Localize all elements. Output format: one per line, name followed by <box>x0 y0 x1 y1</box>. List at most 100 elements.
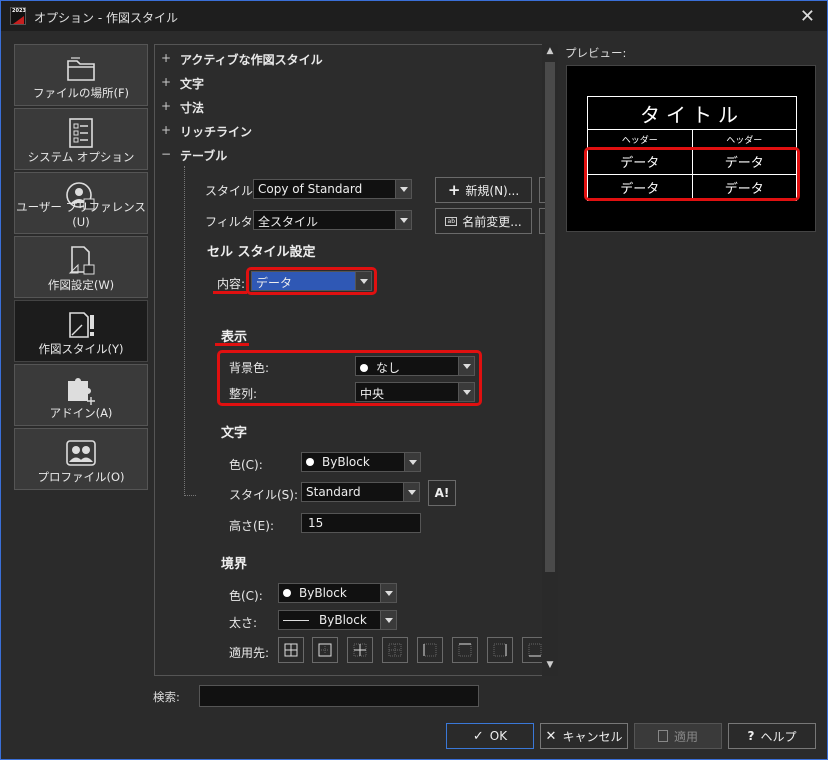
scroll-down-icon[interactable]: ▼ <box>542 660 558 674</box>
border-heading: 境界 <box>221 557 248 572</box>
cancel-button[interactable]: ✕ キャンセル <box>540 723 628 749</box>
title-bar: 2023 オプション - 作図スタイル ✕ <box>1 1 827 31</box>
border-top-icon[interactable] <box>452 637 478 663</box>
options-dialog: 2023 オプション - 作図スタイル ✕ ファイルの場所(F) システム オプ… <box>0 0 828 760</box>
text-style-edit-button[interactable]: A! <box>428 480 456 506</box>
tree-item-text[interactable]: + 文字 <box>161 75 204 92</box>
style-label: スタイル: <box>205 184 258 198</box>
tree-guide-end <box>184 495 196 496</box>
plus-icon: + <box>447 181 461 199</box>
tree-item-active-styles[interactable]: + アクティブな作図スタイル <box>161 51 323 68</box>
chevron-down-icon <box>380 584 396 602</box>
nav-label: プロファイル(O) <box>37 470 125 484</box>
tree-item-dimension[interactable]: + 寸法 <box>161 99 204 116</box>
border-outside-icon[interactable] <box>312 637 338 663</box>
options-nav: ファイルの場所(F) システム オプション ユーザー プリファレンス(U) 作図… <box>14 44 148 492</box>
table-style-dropdown[interactable]: Copy of Standard <box>253 179 412 199</box>
close-icon: ✕ <box>545 728 557 744</box>
nav-item-file-locations[interactable]: ファイルの場所(F) <box>14 44 148 106</box>
tree-guide <box>184 166 185 496</box>
nav-item-drafting-settings[interactable]: 作図設定(W) <box>14 236 148 298</box>
help-button[interactable]: ? ヘルプ <box>728 723 816 749</box>
puzzle-icon <box>68 378 95 405</box>
checklist-icon <box>69 118 93 148</box>
color-swatch-icon <box>306 458 314 466</box>
folder-icon <box>67 57 95 81</box>
border-right-icon[interactable] <box>487 637 513 663</box>
highlight-content <box>246 267 377 295</box>
profile-icon <box>66 440 96 466</box>
highlight-display <box>217 350 482 406</box>
tree-item-richline[interactable]: + リッチライン <box>161 123 252 140</box>
chevron-down-icon <box>404 453 420 471</box>
border-color-label: 色(C): <box>229 589 263 603</box>
app-badge: 2023 <box>12 8 26 14</box>
highlight-underline-content <box>213 291 247 294</box>
line-sample-icon <box>283 620 309 621</box>
text-style-icon: A! <box>434 486 450 500</box>
nav-label: ユーザー プリファレンス(U) <box>16 200 146 229</box>
style-icon <box>69 312 94 338</box>
drafting-icon <box>68 246 95 275</box>
nav-item-drafting-styles[interactable]: 作図スタイル(Y) <box>14 300 148 362</box>
text-style-label: スタイル(S): <box>229 488 299 502</box>
preview-title: タイトル <box>587 96 797 130</box>
chevron-down-icon <box>395 180 411 198</box>
table-preview: タイトル ヘッダー ヘッダー データ データ データ データ <box>566 65 816 232</box>
text-color-label: 色(C): <box>229 458 263 472</box>
preview-header: ヘッダー <box>587 129 693 149</box>
text-height-label: 高さ(E): <box>229 519 274 533</box>
apply-icon <box>657 730 668 742</box>
new-style-button[interactable]: + 新規(N)... <box>435 177 532 203</box>
window-title: オプション - 作図スタイル <box>34 11 178 25</box>
close-icon[interactable]: ✕ <box>800 6 815 27</box>
scroll-up-icon[interactable]: ▲ <box>542 46 558 60</box>
truncated-button[interactable] <box>539 177 545 203</box>
apply-to-label: 適用先: <box>229 646 270 660</box>
text-height-input[interactable]: 15 <box>301 513 421 533</box>
search-input[interactable] <box>199 685 479 707</box>
border-inside-icon[interactable] <box>347 637 373 663</box>
text-style-dropdown[interactable]: Standard <box>301 482 420 502</box>
question-icon: ? <box>747 729 755 743</box>
truncated-button[interactable] <box>539 208 545 234</box>
border-all-icon[interactable] <box>278 637 304 663</box>
apply-button[interactable]: 適用 <box>634 723 722 749</box>
nav-label: アドイン(A) <box>49 406 113 420</box>
rename-button[interactable]: ab 名前変更... <box>435 208 532 234</box>
border-left-icon[interactable] <box>417 637 443 663</box>
nav-item-user-preferences[interactable]: ユーザー プリファレンス(U) <box>14 172 148 234</box>
text-heading: 文字 <box>221 426 248 441</box>
nav-label: システム オプション <box>27 150 135 164</box>
scroll-thumb[interactable] <box>545 62 555 572</box>
nav-item-profiles[interactable]: プロファイル(O) <box>14 428 148 490</box>
nav-item-addins[interactable]: アドイン(A) <box>14 364 148 426</box>
chevron-down-icon <box>380 611 396 629</box>
rename-icon: ab <box>445 216 458 226</box>
border-weight-dropdown[interactable]: ByBlock <box>278 610 397 630</box>
chevron-down-icon <box>395 211 411 229</box>
app-icon: 2023 <box>10 7 26 25</box>
preview-label: プレビュー: <box>565 46 627 60</box>
border-none-icon[interactable] <box>382 637 408 663</box>
border-bottom-icon[interactable] <box>522 637 542 663</box>
content-label: 内容: <box>217 277 246 291</box>
preview-header: ヘッダー <box>691 129 797 149</box>
check-icon: ✓ <box>472 728 484 744</box>
text-color-dropdown[interactable]: ByBlock <box>301 452 421 472</box>
nav-label: 作図スタイル(Y) <box>38 342 124 356</box>
nav-item-system-options[interactable]: システム オプション <box>14 108 148 170</box>
search-label: 検索: <box>153 690 180 704</box>
nav-label: 作図設定(W) <box>47 278 115 292</box>
highlight-underline-display <box>215 343 249 346</box>
border-color-dropdown[interactable]: ByBlock <box>278 583 397 603</box>
nav-label: ファイルの場所(F) <box>32 86 130 100</box>
ok-button[interactable]: ✓ OK <box>446 723 534 749</box>
tree-item-table[interactable]: − テーブル <box>161 147 227 164</box>
chevron-down-icon <box>403 483 419 501</box>
settings-scrollbar[interactable]: ▲ ▼ <box>542 44 558 676</box>
border-weight-label: 太さ: <box>229 616 258 630</box>
filter-label: フィルタ: <box>205 215 257 229</box>
color-swatch-icon <box>283 589 291 597</box>
filter-dropdown[interactable]: 全スタイル <box>253 210 412 230</box>
